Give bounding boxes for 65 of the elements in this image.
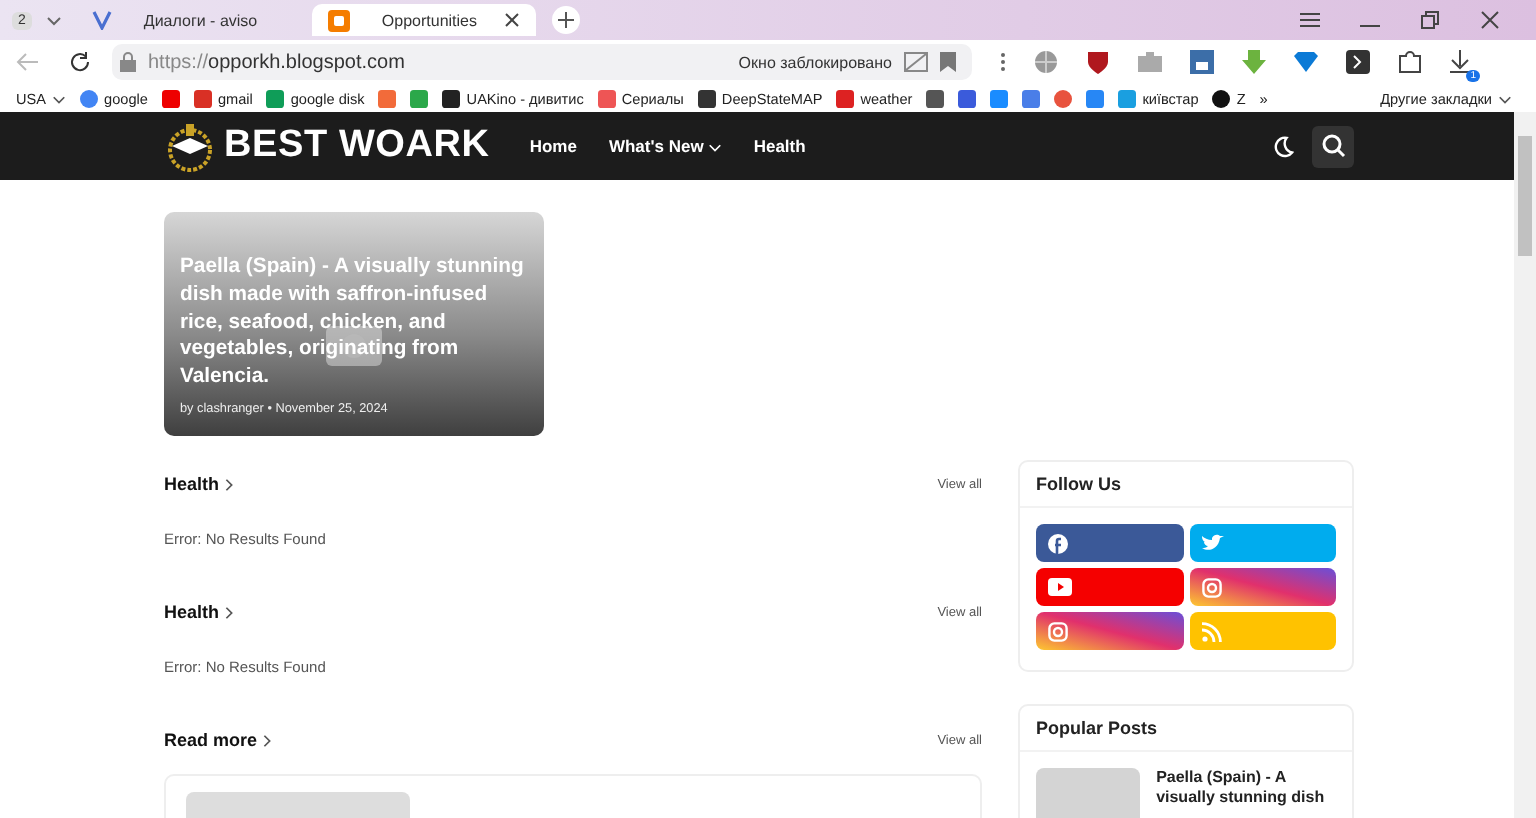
v-logo-icon [91, 10, 112, 30]
chevron-right-icon [223, 477, 234, 491]
scrollbar[interactable] [1514, 112, 1536, 818]
more-icon[interactable] [1000, 52, 1006, 72]
nav-link[interactable]: Health [753, 136, 806, 156]
rss-icon [1201, 621, 1221, 641]
close-icon[interactable] [503, 12, 520, 28]
favicon-icon [1118, 89, 1137, 107]
play-icon [1048, 578, 1072, 596]
facebook-button[interactable] [1036, 524, 1183, 562]
favicon-icon [193, 89, 212, 107]
close-icon[interactable] [1480, 10, 1500, 30]
shield-icon[interactable] [1086, 50, 1110, 74]
chevron-right-icon [261, 733, 272, 747]
thumbnail-placeholder [1036, 768, 1141, 818]
graduation-cap-emblem-icon[interactable] [164, 120, 216, 172]
section-title[interactable]: Read more [164, 730, 272, 750]
post-title[interactable]: Paella (Spain) - A visually stunning dish made with saffron-infused rice, seafood, chicken, and vegetables, originating from Valencia. [180, 254, 528, 392]
nav-link[interactable]: Home [529, 136, 577, 156]
bookmark-icon[interactable] [161, 89, 180, 107]
chevron-down-icon [1498, 91, 1512, 105]
browser-tab[interactable]: Диалоги - aviso [75, 4, 300, 36]
nav-link[interactable]: What's New [608, 136, 722, 156]
new-tab-icon[interactable] [551, 6, 580, 34]
download-icon[interactable] [1450, 50, 1470, 74]
camera-icon [1048, 621, 1068, 641]
chevron-down-icon [52, 91, 67, 105]
favicon-icon [442, 89, 461, 107]
section-title[interactable]: Health [164, 602, 234, 622]
instagram-button[interactable] [1036, 612, 1183, 650]
section-title[interactable]: Health [164, 474, 234, 494]
reload-icon[interactable] [68, 50, 92, 74]
menu-icon[interactable] [1300, 12, 1320, 28]
popup-blocked-notice[interactable]: Окно заблокировано [738, 53, 892, 71]
widget-title: Follow Us [1020, 462, 1352, 508]
favicon-icon [597, 89, 616, 107]
address-bar[interactable]: https://opporkh.blogspot.com Окно заблокировано [112, 44, 972, 80]
favicon-icon [836, 89, 855, 107]
terminal-icon[interactable] [1346, 50, 1370, 74]
facebook-icon [1048, 533, 1068, 553]
favicon-icon [80, 89, 99, 107]
widget-title: Popular Posts [1020, 706, 1352, 752]
restore-icon[interactable] [1420, 10, 1440, 30]
post-title[interactable]: Paella (Spain) - A visually stunning dish [1156, 768, 1336, 818]
favicon-icon [266, 89, 285, 107]
camera-icon [1201, 577, 1221, 597]
bird-icon [1201, 534, 1223, 552]
globe-icon[interactable] [1034, 50, 1058, 74]
moon-icon[interactable] [1272, 135, 1294, 157]
blogger-icon [327, 9, 350, 31]
search-icon [1321, 134, 1345, 158]
archive-icon[interactable] [1190, 50, 1214, 74]
download-arrow-icon[interactable] [1242, 50, 1266, 74]
browser-tab[interactable]: Opportunities [311, 4, 536, 36]
chevron-right-icon [223, 605, 234, 619]
blocked-window-icon[interactable] [904, 52, 928, 72]
search-button[interactable] [1312, 125, 1354, 167]
youtube-button[interactable] [1036, 568, 1183, 606]
site-logo[interactable]: BEST WOARK [224, 124, 490, 168]
lock-icon [120, 52, 136, 72]
diamond-icon[interactable] [1294, 50, 1318, 74]
favicon-icon [697, 89, 716, 107]
favicon-icon [1212, 89, 1231, 107]
instagram-button[interactable] [1189, 568, 1336, 606]
puzzle-icon[interactable] [1398, 50, 1422, 74]
